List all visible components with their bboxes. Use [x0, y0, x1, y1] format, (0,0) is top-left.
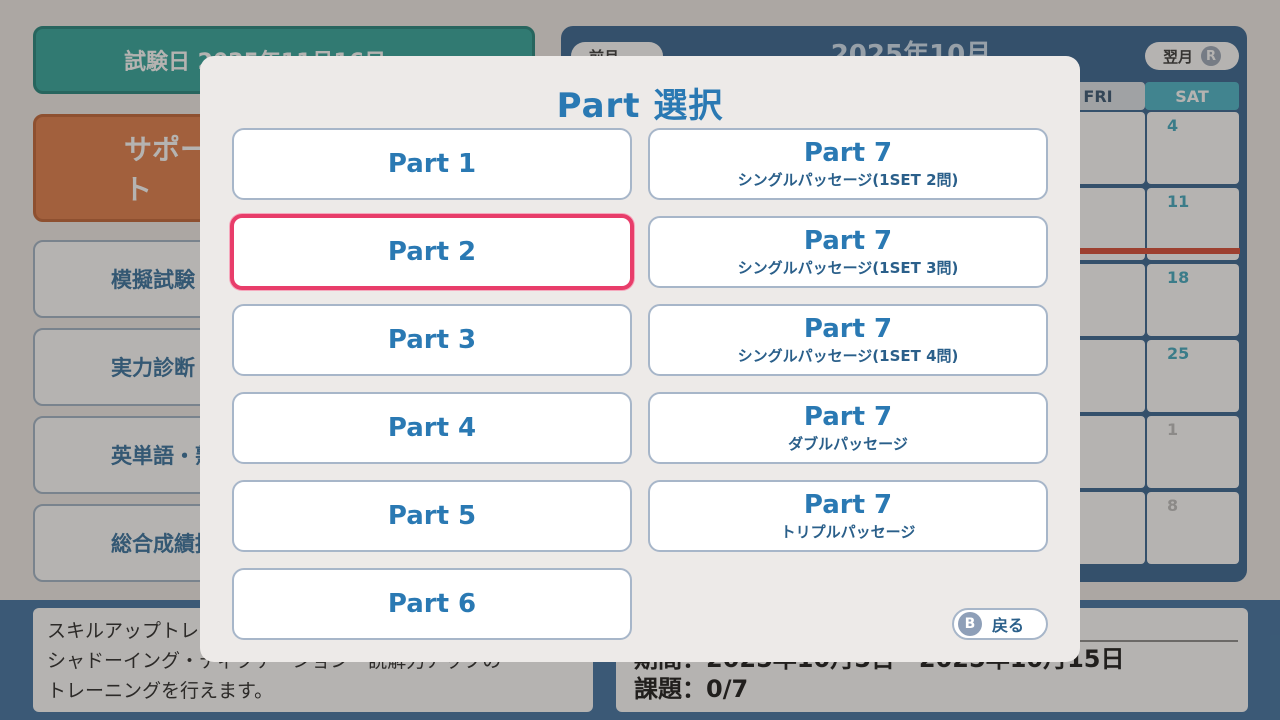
part-6-button[interactable]: Part 6: [232, 568, 632, 640]
part-label: Part 7: [803, 226, 893, 256]
part-label: Part 1: [387, 149, 477, 179]
part-7-single-2q-button[interactable]: Part 7 シングルパッセージ(1SET 2問): [648, 128, 1048, 200]
part-sublabel: シングルパッセージ(1SET 2問): [737, 171, 959, 189]
part-label: Part 5: [387, 501, 477, 531]
part-2-button[interactable]: Part 2: [230, 214, 634, 290]
part-label: Part 4: [387, 413, 477, 443]
b-button-icon: B: [958, 612, 982, 636]
part-sublabel: トリプルパッセージ: [780, 523, 916, 541]
part-label: Part 2: [387, 237, 477, 267]
dialog-title: Part 選択: [556, 86, 724, 126]
part-sublabel: シングルパッセージ(1SET 3問): [737, 259, 959, 277]
part-label: Part 7: [803, 138, 893, 168]
part-sublabel: ダブルパッセージ: [788, 435, 908, 453]
part-1-button[interactable]: Part 1: [232, 128, 632, 200]
back-label: 戻る: [992, 616, 1025, 635]
part-7-triple-button[interactable]: Part 7 トリプルパッセージ: [648, 480, 1048, 552]
part-5-button[interactable]: Part 5: [232, 480, 632, 552]
part-select-dialog: Part 選択 Part 1 Part 2 Part 3 Part 4 Part…: [200, 56, 1080, 662]
part-4-button[interactable]: Part 4: [232, 392, 632, 464]
part-sublabel: シングルパッセージ(1SET 4問): [737, 347, 959, 365]
part-3-button[interactable]: Part 3: [232, 304, 632, 376]
back-button[interactable]: B 戻る: [952, 608, 1048, 640]
part-label: Part 7: [803, 490, 893, 520]
part-7-single-4q-button[interactable]: Part 7 シングルパッセージ(1SET 4問): [648, 304, 1048, 376]
part-7-single-3q-button[interactable]: Part 7 シングルパッセージ(1SET 3問): [648, 216, 1048, 288]
part-label: Part 7: [803, 314, 893, 344]
part-label: Part 3: [387, 325, 477, 355]
part-7-double-button[interactable]: Part 7 ダブルパッセージ: [648, 392, 1048, 464]
part-label: Part 7: [803, 402, 893, 432]
part-label: Part 6: [387, 589, 477, 619]
